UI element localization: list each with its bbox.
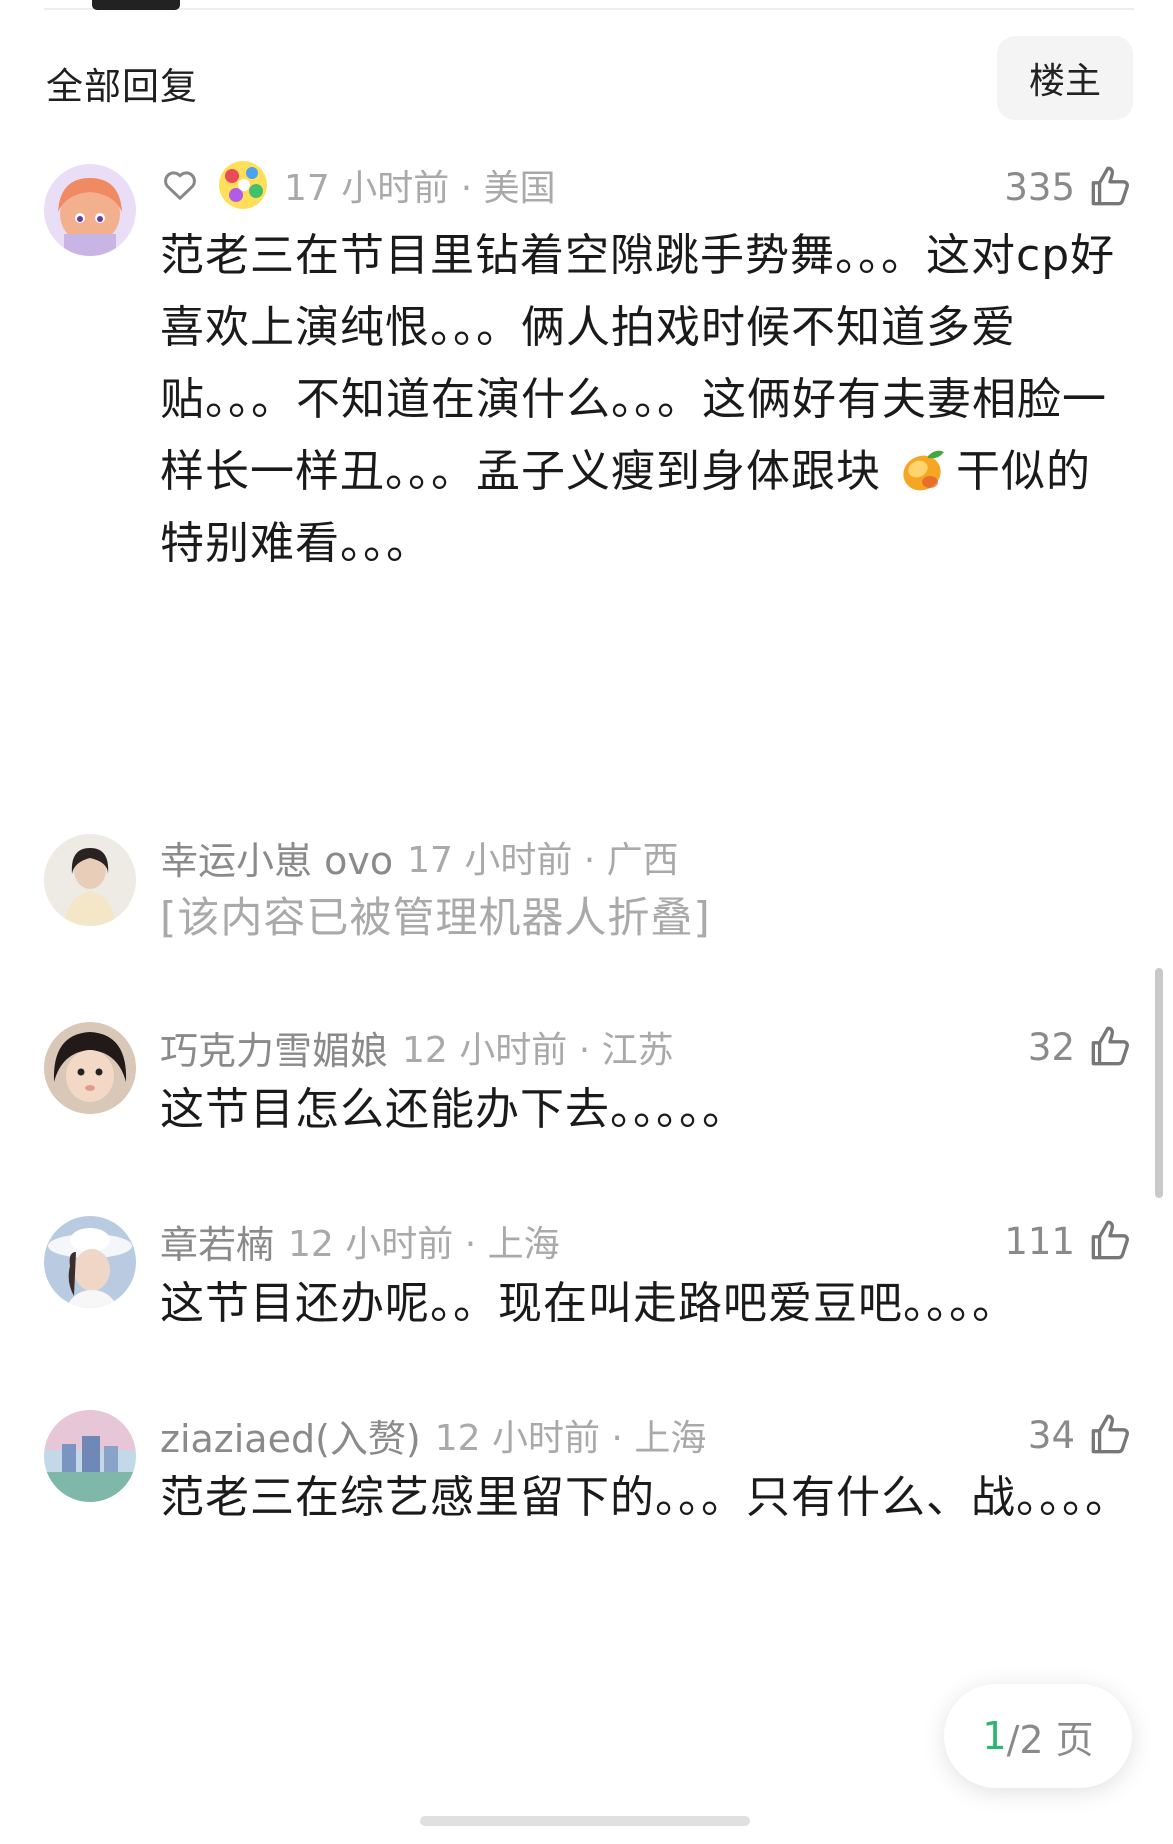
avatar[interactable] xyxy=(44,1216,136,1308)
username[interactable]: 巧克力雪媚娘 xyxy=(160,1020,388,1075)
comment-meta: 幸运小崽 ovo 17 小时前 · 广西 xyxy=(160,830,679,885)
avatar[interactable] xyxy=(44,834,136,926)
mango-emoji-icon xyxy=(903,450,944,491)
like-control[interactable]: 32 xyxy=(1028,1022,1135,1072)
top-divider xyxy=(44,8,1134,10)
username[interactable]: 幸运小崽 ovo xyxy=(160,830,393,885)
like-count: 111 xyxy=(1004,1219,1075,1263)
timestamp-location: 17 小时前 · 美国 xyxy=(284,168,556,209)
avatar[interactable] xyxy=(44,164,136,256)
avatar-anime-girl-icon xyxy=(44,164,136,256)
thumbs-up-icon[interactable] xyxy=(1085,1022,1135,1072)
comment-text: 这节目还办呢。。现在叫走路吧爱豆吧。。。。 xyxy=(160,1278,1017,1329)
scrollbar-thumb[interactable] xyxy=(1155,968,1163,1198)
like-count: 32 xyxy=(1027,1025,1075,1069)
all-replies-title: 全部回复 xyxy=(46,65,198,108)
thumbs-up-icon[interactable] xyxy=(1085,1216,1135,1266)
timestamp-location: 17 小时前 · 广西 xyxy=(407,840,679,881)
comment-meta: 巧克力雪媚娘 12 小时前 · 江苏 xyxy=(160,1020,674,1075)
current-page-number: 1 xyxy=(982,1714,1007,1758)
heart-icon[interactable] xyxy=(160,165,200,205)
timestamp-location: 12 小时前 · 上海 xyxy=(288,1224,560,1265)
folded-comment-notice: [该内容已被管理机器人折叠] xyxy=(160,893,711,942)
timestamp-location: 12 小时前 · 上海 xyxy=(434,1418,707,1459)
like-control[interactable]: 34 xyxy=(1028,1410,1135,1460)
comment-meta: 17 小时前 · 美国 xyxy=(160,160,556,210)
comment-text: 这节目怎么还能办下去。。。。。 xyxy=(160,1084,747,1135)
like-control[interactable]: 335 xyxy=(1004,162,1135,212)
comment-body: 范老三在节目里钻着空隙跳手势舞。。。这对cp好喜欢上演纯恨。。。俩人拍戏时候不知… xyxy=(160,220,1135,580)
thumbs-up-icon[interactable] xyxy=(1085,162,1135,212)
active-tab-indicator xyxy=(92,0,180,10)
op-only-filter-button[interactable]: 楼主 xyxy=(997,36,1133,120)
username[interactable]: ziaziaed(入赘) xyxy=(160,1408,421,1463)
like-control[interactable]: 111 xyxy=(1004,1216,1135,1266)
thumbs-up-icon[interactable] xyxy=(1085,1410,1135,1460)
avatar-photo-icon xyxy=(44,834,136,926)
avatar[interactable] xyxy=(44,1410,136,1502)
avatar-woman-hat-icon xyxy=(44,1216,136,1308)
avatar[interactable] xyxy=(44,1022,136,1114)
comment-text: 范老三在综艺感里留下的。。。只有什么、战。。。。 xyxy=(160,1472,1130,1523)
replies-header: 全部回复 楼主 xyxy=(46,36,1133,138)
avatar-painting-icon xyxy=(44,1410,136,1502)
colorful-badge-icon xyxy=(219,161,267,209)
like-count: 34 xyxy=(1027,1413,1075,1457)
like-count: 335 xyxy=(1004,165,1075,209)
username[interactable]: 章若楠 xyxy=(160,1214,274,1269)
comment-meta: 章若楠 12 小时前 · 上海 xyxy=(160,1214,560,1269)
avatar-child-photo-icon xyxy=(44,1022,136,1114)
total-pages-label: /2 页 xyxy=(1006,1717,1094,1762)
home-indicator-bar xyxy=(420,1816,750,1826)
page-indicator[interactable]: 1/2 页 xyxy=(944,1684,1132,1788)
timestamp-location: 12 小时前 · 江苏 xyxy=(402,1030,674,1071)
comment-meta: ziaziaed(入赘) 12 小时前 · 上海 xyxy=(160,1408,707,1463)
